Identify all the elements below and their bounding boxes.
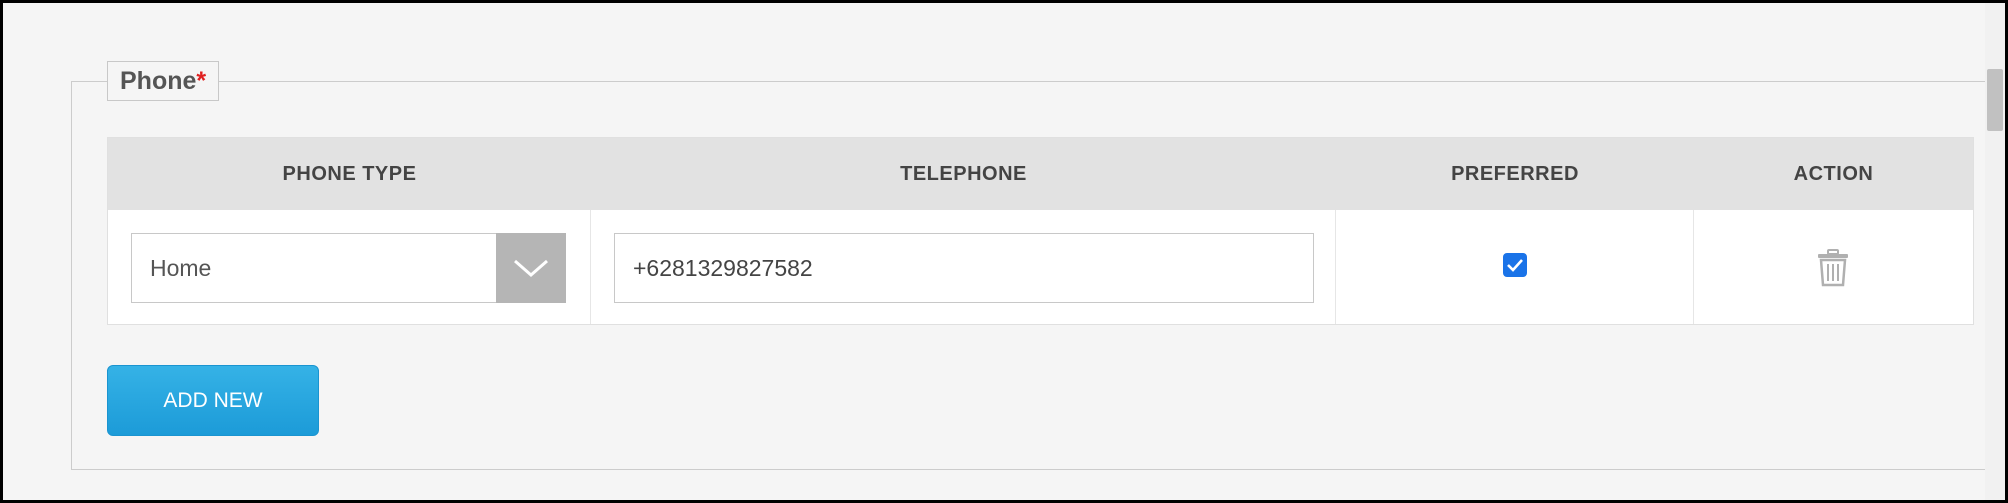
table-row: Home <box>108 210 1973 324</box>
window-frame: Phone* PHONE TYPE TELEPHONE PREFERRED AC… <box>0 0 2008 503</box>
column-header-preferred: PREFERRED <box>1451 163 1579 185</box>
column-header-phone-type: PHONE TYPE <box>282 163 417 185</box>
section-title: Phone <box>120 67 197 95</box>
table-header: PHONE TYPE TELEPHONE PREFERRED ACTION <box>108 138 1973 210</box>
phone-type-cell: Home <box>108 210 591 324</box>
section-legend: Phone* <box>107 61 220 101</box>
required-marker: * <box>196 67 207 95</box>
column-header-telephone: TELEPHONE <box>900 163 1027 185</box>
vertical-scrollbar[interactable] <box>1985 3 2005 500</box>
chevron-down-icon[interactable] <box>496 233 566 303</box>
telephone-input[interactable] <box>614 233 1314 303</box>
preferred-checkbox[interactable] <box>1503 253 1527 277</box>
action-cell <box>1694 210 1973 324</box>
column-header-action: ACTION <box>1793 163 1874 185</box>
scrollbar-thumb[interactable] <box>1987 69 2003 131</box>
trash-icon[interactable] <box>1817 249 1849 287</box>
preferred-cell <box>1336 210 1694 324</box>
checkmark-icon <box>1507 259 1523 272</box>
telephone-cell <box>591 210 1336 324</box>
phone-type-select[interactable]: Home <box>131 233 566 303</box>
phone-table: PHONE TYPE TELEPHONE PREFERRED ACTION Ho… <box>107 137 1974 325</box>
add-new-button[interactable]: ADD NEW <box>107 365 319 436</box>
phone-type-selected-value: Home <box>150 255 212 281</box>
